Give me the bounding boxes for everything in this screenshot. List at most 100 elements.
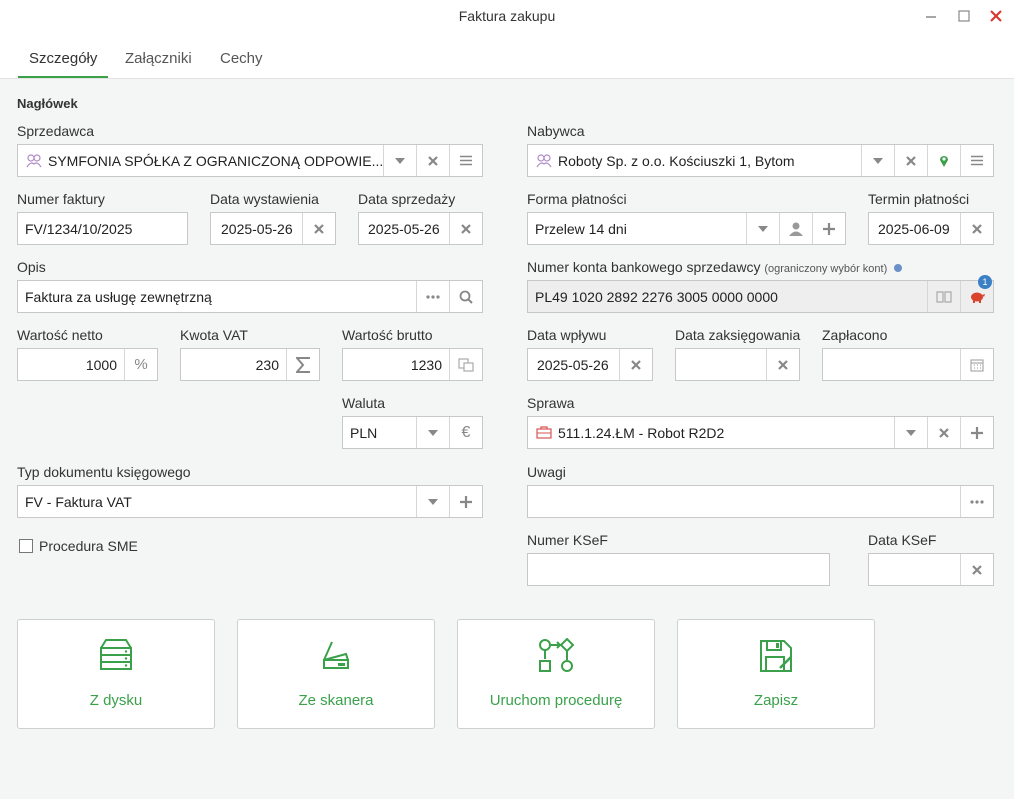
notes-label: Uwagi [527,464,566,480]
currency-dropdown-button[interactable] [416,417,449,448]
save-label: Zapisz [753,692,799,709]
maximize-button[interactable] [952,4,976,28]
bank-account-badge: 1 [978,275,992,289]
tab-details[interactable]: Szczegóły [18,50,109,78]
vat-field[interactable]: 230 [180,348,320,381]
save-icon [760,640,792,672]
gross-calc-button[interactable] [449,349,482,380]
buyer-field[interactable]: Roboty Sp. z o.o. Kościuszki 1, Bytom [527,144,994,177]
ksef-date-field[interactable] [868,553,994,586]
sme-checkbox[interactable] [19,539,33,553]
payment-form-dropdown-button[interactable] [746,213,779,244]
case-dropdown-button[interactable] [894,417,927,448]
receipt-date-clear-button[interactable] [619,349,652,380]
vat-sum-button[interactable] [286,349,319,380]
seller-value: SYMFONIA SPÓŁKA Z OGRANICZONĄ ODPOWIE... [48,152,383,169]
ksef-number-field[interactable] [527,553,830,586]
list-icon [971,155,983,166]
currency-label: Waluta [342,395,386,411]
sme-label: Procedura SME [39,538,138,554]
net-percent-button[interactable]: % [124,349,157,380]
payment-form-label: Forma płatności [527,191,627,207]
issue-date-field[interactable]: 2025-05-26 [210,212,336,245]
sale-date-field[interactable]: 2025-05-26 [358,212,483,245]
percent-icon: % [134,356,148,373]
paid-calendar-button[interactable] [960,349,993,380]
buyer-list-button[interactable] [960,145,993,176]
close-window-button[interactable] [984,4,1008,28]
currency-euro-button[interactable]: € [449,417,482,448]
clear-icon [972,223,982,234]
sigma-icon [296,356,310,373]
tab-features[interactable]: Cechy [209,50,274,78]
paid-field[interactable] [822,348,994,381]
case-label: Sprawa [527,395,575,411]
notes-field[interactable] [527,485,994,518]
seller-list-button[interactable] [449,145,482,176]
posting-date-field[interactable] [675,348,800,381]
currency-field[interactable]: PLN € [342,416,483,449]
payment-form-field[interactable]: Przelew 14 dni [527,212,846,245]
window-title: Faktura zakupu [458,8,556,24]
sale-date-clear-button[interactable] [449,213,482,244]
tab-attachments[interactable]: Załączniki [114,50,203,78]
description-more-button[interactable] [416,281,449,312]
currency-value: PLN [350,424,378,441]
issue-date-clear-button[interactable] [302,213,335,244]
payment-form-add-button[interactable] [812,213,845,244]
payment-due-clear-button[interactable] [960,213,993,244]
payment-form-person-button[interactable] [779,213,812,244]
list-icon [460,155,472,166]
from-disk-button[interactable]: Z dysku [17,619,215,729]
doc-type-field[interactable]: FV - Faktura VAT [17,485,483,518]
case-clear-button[interactable] [927,417,960,448]
clear-icon [972,564,982,575]
chevron-down-icon [428,429,438,436]
chevron-down-icon [906,429,916,436]
save-button[interactable]: Zapisz [677,619,875,729]
description-search-button[interactable] [449,281,482,312]
from-disk-label: Z dysku [89,692,143,709]
bank-account-piggy-button[interactable]: 1 [960,275,993,312]
doc-type-label: Typ dokumentu księgowego [17,464,191,480]
seller-field[interactable]: SYMFONIA SPÓŁKA Z OGRANICZONĄ ODPOWIE... [17,144,483,177]
bank-account-value: PL49 1020 2892 2276 3005 0000 0000 [535,288,778,305]
case-add-button[interactable] [960,417,993,448]
description-field[interactable]: Faktura za usługę zewnętrzną [17,280,483,313]
clear-icon [778,359,788,370]
issue-date-value: 2025-05-26 [221,220,293,237]
ksef-date-clear-button[interactable] [960,554,993,585]
ksef-date-label: Data KSeF [868,532,937,548]
from-scanner-button[interactable]: Ze skanera [237,619,435,729]
minimize-button[interactable] [919,4,943,28]
posting-date-clear-button[interactable] [766,349,799,380]
piggy-bank-icon [971,292,985,303]
gross-field[interactable]: 1230 [342,348,483,381]
search-icon [459,290,473,304]
buyer-clear-button[interactable] [894,145,927,176]
seller-label: Sprzedawca [17,123,95,139]
doc-type-dropdown-button[interactable] [416,486,449,517]
buyer-location-button[interactable] [927,145,960,176]
clear-icon [461,223,471,234]
vat-value: 230 [255,356,279,373]
buyer-label: Nabywca [527,123,585,139]
sme-checkbox-row[interactable]: Procedura SME [19,538,138,554]
invoice-number-field[interactable]: FV/1234/10/2025 [17,212,188,245]
chevron-down-icon [395,157,405,164]
net-field[interactable]: 1000 % [17,348,158,381]
bank-account-field[interactable]: PL49 1020 2892 2276 3005 0000 0000 1 [527,275,994,313]
payment-due-field[interactable]: 2025-06-09 [868,212,994,245]
payment-due-label: Termin płatności [868,191,970,207]
receipt-date-field[interactable]: 2025-05-26 [527,348,653,381]
doc-type-add-button[interactable] [449,486,482,517]
notes-more-button[interactable] [960,486,993,517]
seller-clear-button[interactable] [416,145,449,176]
clear-icon [428,155,438,166]
run-procedure-label: Uruchom procedurę [489,692,623,709]
seller-dropdown-button[interactable] [383,145,416,176]
buyer-dropdown-button[interactable] [861,145,894,176]
run-procedure-button[interactable]: Uruchom procedurę [457,619,655,729]
bank-account-book-button[interactable] [927,281,960,312]
case-field[interactable]: 511.1.24.ŁM - Robot R2D2 [527,416,994,449]
